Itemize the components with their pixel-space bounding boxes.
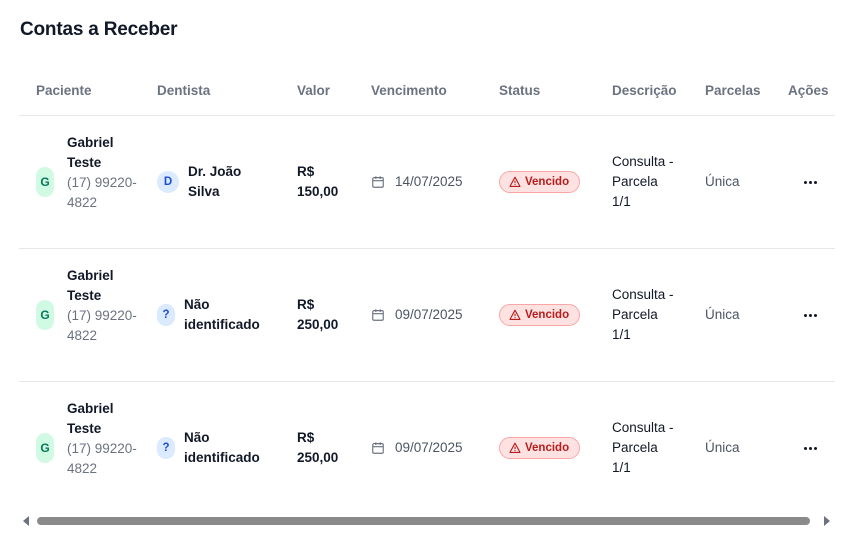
patient-cell: Gabriel Teste (17) 99220-4822 <box>67 266 137 346</box>
description: Consulta - Parcela 1/1 <box>612 287 674 342</box>
more-horizontal-icon <box>803 180 807 184</box>
more-actions-button[interactable] <box>799 438 821 458</box>
patient-name: Gabriel Teste <box>67 401 114 436</box>
table-row[interactable]: G Gabriel Teste (17) 99220-4822 ? Não id… <box>19 249 835 382</box>
due-date: 09/07/2025 <box>395 307 463 322</box>
patient-avatar: G <box>36 167 54 197</box>
description: Consulta - Parcela 1/1 <box>612 420 674 475</box>
status-badge: Vencido <box>499 171 581 193</box>
more-horizontal-icon <box>803 446 807 450</box>
patient-name: Gabriel Teste <box>67 268 114 303</box>
dentist-avatar: ? <box>157 304 175 326</box>
installments: Única <box>705 174 740 189</box>
header-acoes: Ações <box>788 83 829 98</box>
value-amount: R$ 150,00 <box>297 164 339 199</box>
status-badge: Vencido <box>499 304 581 326</box>
table-row[interactable]: G Gabriel Teste (17) 99220-4822 D Dr. Jo… <box>19 116 835 249</box>
installments: Única <box>705 440 740 455</box>
due-date: 14/07/2025 <box>395 174 463 189</box>
dentist-name: Não identificado <box>184 430 260 465</box>
dentist-name: Não identificado <box>184 297 260 332</box>
installments: Única <box>705 307 740 322</box>
calendar-icon <box>372 176 384 188</box>
table-header: Paciente Dentista Valor Vencimento Statu… <box>19 70 835 116</box>
calendar-icon <box>372 442 384 454</box>
patient-cell: Gabriel Teste (17) 99220-4822 <box>67 399 137 479</box>
status-badge: Vencido <box>499 437 581 459</box>
status-label: Vencido <box>525 442 570 454</box>
more-horizontal-icon <box>803 313 807 317</box>
warning-triangle-icon <box>509 176 521 187</box>
dentist-avatar: D <box>157 171 179 193</box>
patient-cell: Gabriel Teste (17) 99220-4822 <box>67 133 137 213</box>
warning-triangle-icon <box>509 309 521 320</box>
header-parcelas[interactable]: Parcelas <box>705 83 761 98</box>
value-amount: R$ 250,00 <box>297 430 339 465</box>
patient-phone: (17) 99220-4822 <box>67 175 137 210</box>
patient-phone: (17) 99220-4822 <box>67 441 137 476</box>
patient-phone: (17) 99220-4822 <box>67 308 137 343</box>
header-dentista[interactable]: Dentista <box>157 83 210 98</box>
horizontal-scrollbar[interactable] <box>19 513 835 529</box>
header-valor[interactable]: Valor <box>297 83 330 98</box>
header-vencimento[interactable]: Vencimento <box>371 83 447 98</box>
scroll-right-arrow-icon[interactable] <box>824 516 830 526</box>
status-label: Vencido <box>525 176 570 188</box>
page-title: Contas a Receber <box>20 19 178 40</box>
calendar-icon <box>372 309 384 321</box>
warning-triangle-icon <box>509 442 521 453</box>
scrollbar-thumb[interactable] <box>37 517 810 525</box>
more-actions-button[interactable] <box>799 305 821 325</box>
dentist-name: Dr. João Silva <box>188 164 242 199</box>
status-label: Vencido <box>525 309 570 321</box>
patient-name: Gabriel Teste <box>67 135 114 170</box>
more-actions-button[interactable] <box>799 172 821 192</box>
header-status[interactable]: Status <box>499 83 540 98</box>
table-row[interactable]: G Gabriel Teste (17) 99220-4822 ? Não id… <box>19 382 835 515</box>
due-date: 09/07/2025 <box>395 440 463 455</box>
scroll-left-arrow-icon[interactable] <box>23 516 29 526</box>
header-descricao[interactable]: Descrição <box>612 83 677 98</box>
description: Consulta - Parcela 1/1 <box>612 154 674 209</box>
dentist-avatar: ? <box>157 437 175 459</box>
header-paciente[interactable]: Paciente <box>36 83 92 98</box>
receivables-table: Paciente Dentista Valor Vencimento Statu… <box>19 70 835 515</box>
patient-avatar: G <box>36 300 54 330</box>
value-amount: R$ 250,00 <box>297 297 339 332</box>
patient-avatar: G <box>36 433 54 463</box>
